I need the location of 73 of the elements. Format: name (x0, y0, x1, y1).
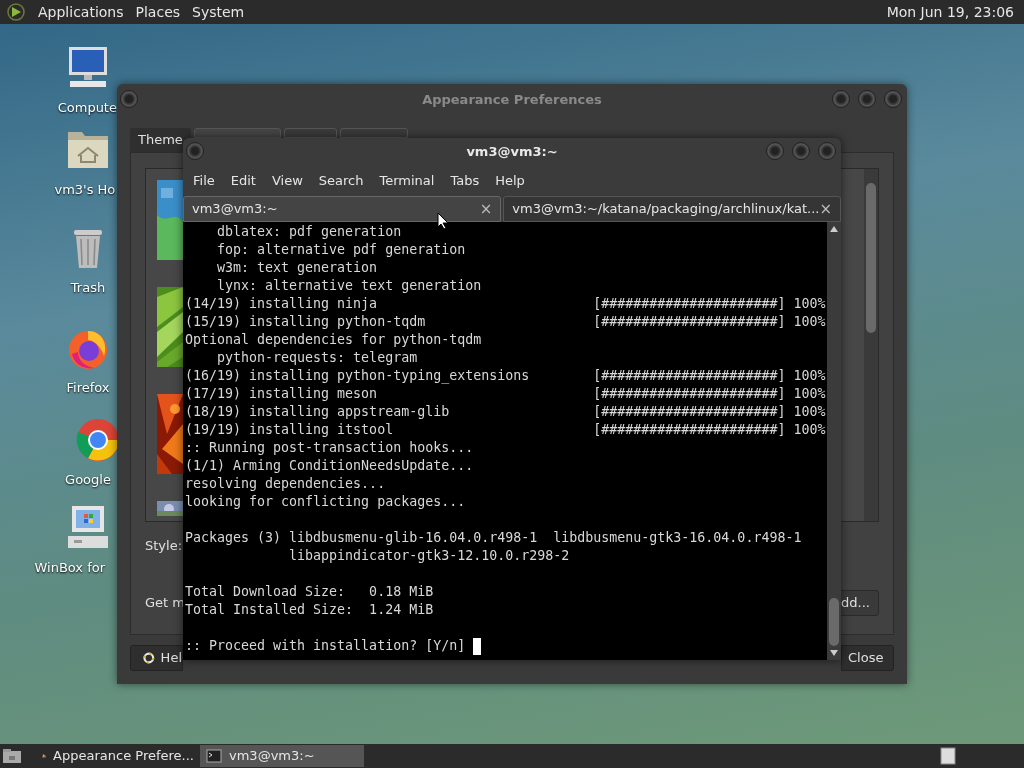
minimize-button[interactable] (832, 90, 850, 108)
close-button[interactable]: Close (841, 645, 894, 671)
terminal-line: python-requests: telegram (216, 349, 418, 367)
scrollbar-thumb[interactable] (829, 598, 839, 646)
show-desktop-icon (2, 748, 22, 764)
close-button[interactable] (818, 142, 836, 160)
text-cursor (473, 637, 482, 655)
window-title: Appearance Preferences (422, 90, 602, 109)
terminal-line: w3m: text generation (216, 259, 378, 277)
panel-menu[interactable]: System (186, 1, 251, 23)
terminal-line: (14/19) installing ninja [######################] 100% (185, 295, 826, 313)
terminal-line: (16/19) installing python-typing_extensions [######################] 100% (185, 367, 826, 385)
menu-item[interactable]: Terminal (371, 171, 443, 191)
window-menu-button[interactable] (120, 90, 138, 108)
close-button[interactable] (884, 90, 902, 108)
scrollbar-thumb[interactable] (866, 183, 876, 333)
close-tab-button[interactable]: × (819, 197, 832, 221)
window-menu-button[interactable] (186, 142, 204, 160)
icon-label[interactable]: Compute (57, 98, 117, 118)
menu-logo-icon (6, 2, 26, 22)
minimize-button[interactable] (766, 142, 784, 160)
terminal-line: :: Running post-transaction hooks... (185, 439, 474, 457)
terminal-tab[interactable]: vm3@vm3:~ × (183, 196, 502, 222)
maximize-button[interactable] (858, 90, 876, 108)
terminal-line: Total Installed Size: 1.24 MiB (185, 602, 434, 619)
terminal-line: lynx: alternative text generation (216, 277, 482, 295)
terminal-line: looking for conflicting packages... (185, 493, 466, 511)
tab[interactable]: Theme (130, 128, 191, 152)
icon-label[interactable]: Google (65, 470, 111, 490)
menu-item[interactable]: View (263, 171, 311, 191)
panel-menu[interactable]: Applications (32, 1, 130, 23)
window-title: vm3@vm3:~ (466, 143, 558, 162)
help-button[interactable]: Hel (130, 645, 183, 671)
workspace-icon (940, 747, 956, 765)
icon-label[interactable]: Firefox (66, 378, 110, 398)
terminal-line: resolving dependencies... (185, 475, 386, 493)
terminal-line: (17/19) installing meson [######################] 100% (185, 385, 826, 403)
field-label: Style: (145, 537, 183, 555)
panel-menu[interactable]: Places (129, 1, 187, 23)
terminal-line: Optional dependencies for python-tqdm (185, 331, 482, 349)
terminal-line: fop: alternative pdf generation (216, 241, 466, 259)
tab[interactable] (193, 128, 281, 138)
terminal-icon (206, 748, 222, 764)
terminal-line: :: Proceed with installation? [Y/n] (185, 637, 467, 655)
lifebuoy-icon (143, 650, 155, 666)
terminal-line: (1/1) Arming ConditionNeedsUpdate... (185, 457, 474, 475)
terminal-line: (19/19) installing itstool [######################] 100% (185, 421, 826, 439)
terminal-line: Total Download Size: 0.18 MiB (185, 583, 434, 600)
taskbar-button[interactable]: vm3@vm3:~ (200, 745, 364, 767)
tab[interactable] (339, 128, 408, 138)
clock[interactable]: Mon Jun 19, 23:06 (886, 1, 1024, 23)
terminal-line: dblatex: pdf generation (216, 223, 402, 241)
terminal-line: (15/19) installing python-tqdm [######################] 100% (185, 313, 826, 331)
terminal-line: (18/19) installing appstream-glib [######################] 100% (185, 403, 826, 421)
scroll-up-icon (830, 226, 838, 232)
terminal-tab[interactable]: vm3@vm3:~/katana/packaging/archlinux/kat...× (503, 196, 841, 222)
menu-item[interactable]: Help (487, 171, 533, 191)
scroll-down-icon (830, 650, 838, 656)
add-button[interactable]: dd... (838, 589, 879, 616)
maximize-button[interactable] (792, 142, 810, 160)
icon-label[interactable]: Trash (70, 278, 106, 298)
icon-label[interactable]: vm3's Ho (54, 180, 116, 200)
menu-item[interactable]: File (185, 171, 223, 191)
terminal-line: libappindicator-gtk3-12.10.0.r298-2 (288, 547, 570, 565)
menu-item[interactable]: Search (310, 171, 372, 191)
scrollbar[interactable] (864, 169, 878, 521)
close-tab-button[interactable]: × (479, 197, 493, 221)
scrollbar[interactable] (827, 222, 841, 660)
terminal-line: Packages (3) libdbusmenu-glib-16.04.0.r498-1 libdbusmenu-gtk3-16.04.0.r498-1 (185, 529, 802, 547)
menu-item[interactable]: Edit (222, 171, 264, 191)
menu-item[interactable]: Tabs (442, 171, 488, 191)
icon-label[interactable]: WinBox for (34, 558, 106, 578)
tab[interactable] (283, 128, 337, 138)
